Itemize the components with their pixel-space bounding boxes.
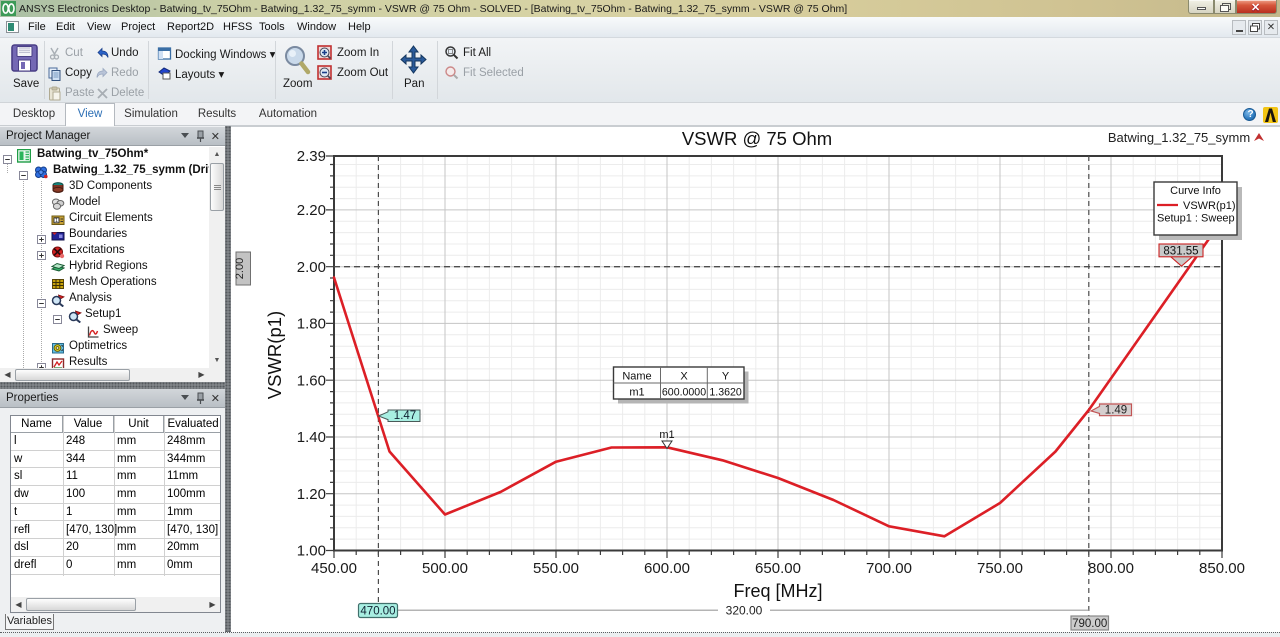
svg-text:600.00: 600.00 bbox=[644, 560, 690, 577]
svg-text:500.00: 500.00 bbox=[422, 560, 468, 577]
svg-text:2.00: 2.00 bbox=[297, 259, 326, 276]
svg-text:450.00: 450.00 bbox=[311, 560, 357, 577]
svg-text:1.47: 1.47 bbox=[394, 410, 416, 422]
svg-text:m1: m1 bbox=[629, 387, 644, 399]
svg-text:1: 1 bbox=[55, 218, 58, 224]
svg-text:1.20: 1.20 bbox=[297, 486, 326, 503]
svg-text:1.3620: 1.3620 bbox=[709, 387, 742, 399]
svg-text:VSWR @ 75 Ohm: VSWR @ 75 Ohm bbox=[682, 128, 832, 149]
svg-text:m1: m1 bbox=[659, 429, 674, 441]
svg-text:2.00: 2.00 bbox=[234, 258, 246, 279]
svg-text:X: X bbox=[680, 371, 688, 383]
svg-text:Batwing_1.32_75_symm: Batwing_1.32_75_symm bbox=[1108, 130, 1250, 145]
svg-text:Y: Y bbox=[722, 371, 730, 383]
svg-text:2.39: 2.39 bbox=[297, 148, 326, 165]
svg-text:850.00: 850.00 bbox=[1199, 560, 1245, 577]
svg-text:1.00: 1.00 bbox=[297, 543, 326, 560]
svg-text:470.00: 470.00 bbox=[360, 605, 395, 617]
svg-text:320.00: 320.00 bbox=[726, 604, 763, 618]
svg-text:800.00: 800.00 bbox=[1088, 560, 1134, 577]
svg-text:Curve Info: Curve Info bbox=[1170, 185, 1221, 197]
svg-text:VSWR(p1): VSWR(p1) bbox=[1183, 200, 1236, 212]
svg-text:1.80: 1.80 bbox=[297, 316, 326, 333]
svg-text:Freq [MHz]: Freq [MHz] bbox=[733, 581, 822, 601]
svg-text:650.00: 650.00 bbox=[755, 560, 801, 577]
svg-text:750.00: 750.00 bbox=[977, 560, 1023, 577]
svg-text:1.40: 1.40 bbox=[297, 429, 326, 446]
svg-text:700.00: 700.00 bbox=[866, 560, 912, 577]
svg-text:1.60: 1.60 bbox=[297, 372, 326, 389]
svg-text:2.20: 2.20 bbox=[297, 202, 326, 219]
svg-text:550.00: 550.00 bbox=[533, 560, 579, 577]
svg-text:1.49: 1.49 bbox=[1105, 404, 1127, 416]
svg-text:600.0000: 600.0000 bbox=[662, 387, 706, 399]
svg-text:Name: Name bbox=[622, 371, 651, 383]
svg-text:Setup1 : Sweep: Setup1 : Sweep bbox=[1157, 213, 1235, 225]
svg-text:790.00: 790.00 bbox=[1072, 618, 1107, 630]
svg-text:831.55: 831.55 bbox=[1163, 245, 1198, 257]
svg-text:VSWR(p1): VSWR(p1) bbox=[264, 311, 285, 399]
